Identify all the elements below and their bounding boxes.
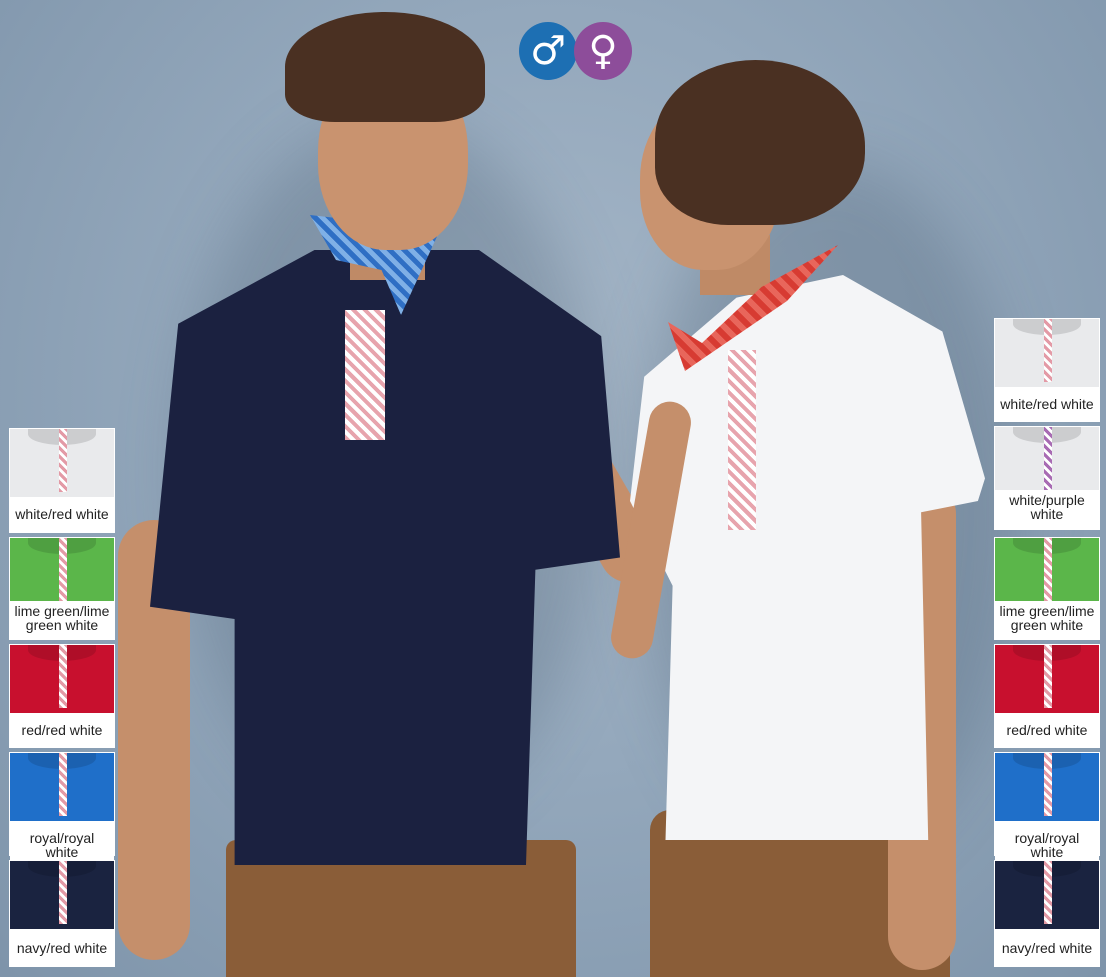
swatch-image <box>10 861 114 929</box>
swatch-image <box>995 645 1099 713</box>
swatch-image <box>10 429 114 497</box>
swatch-label: white/red white <box>10 497 114 523</box>
color-swatch-royal[interactable]: royal/royal white <box>994 752 1100 861</box>
swatch-image <box>995 538 1099 601</box>
swatch-image <box>10 538 114 601</box>
color-swatch-white-red-white[interactable]: white/red white <box>994 318 1100 422</box>
swatch-label: navy/red white <box>995 929 1099 957</box>
product-photo: ♂ ♀ white/red white lime green/lime gree… <box>0 0 1106 977</box>
swatch-label: lime green/lime green white <box>995 601 1099 634</box>
swatch-label: red/red white <box>995 713 1099 739</box>
female-icon: ♀ <box>574 22 632 80</box>
color-swatch-royal[interactable]: royal/royal white <box>9 752 115 861</box>
color-swatch-red[interactable]: red/red white <box>994 644 1100 748</box>
swatch-image <box>995 319 1099 387</box>
color-swatch-navy[interactable]: navy/red white <box>9 860 115 967</box>
swatch-label: royal/royal white <box>10 821 114 861</box>
swatch-label: red/red white <box>10 713 114 739</box>
color-swatch-navy[interactable]: navy/red white <box>994 860 1100 967</box>
female-hair <box>655 60 865 225</box>
swatch-label: white/red white <box>995 387 1099 413</box>
color-swatch-lime-green[interactable]: lime green/lime green white <box>994 537 1100 640</box>
male-icon: ♂ <box>519 22 577 80</box>
swatch-label: white/purple white <box>995 490 1099 523</box>
swatch-label: lime green/lime green white <box>10 601 114 634</box>
color-swatch-white-red-white[interactable]: white/red white <box>9 428 115 533</box>
swatch-label: navy/red white <box>10 929 114 957</box>
swatch-image <box>995 861 1099 929</box>
male-shirt-placket <box>345 310 385 440</box>
male-navy-polo <box>150 250 620 865</box>
swatch-label: royal/royal white <box>995 821 1099 861</box>
swatch-image <box>995 753 1099 821</box>
swatch-image <box>10 753 114 821</box>
color-swatch-red[interactable]: red/red white <box>9 644 115 748</box>
color-swatch-white-purple-white[interactable]: white/purple white <box>994 426 1100 530</box>
female-shirt-placket <box>728 350 756 530</box>
male-hair <box>285 12 485 122</box>
color-swatch-lime-green[interactable]: lime green/lime green white <box>9 537 115 640</box>
swatch-image <box>10 645 114 713</box>
swatch-image <box>995 427 1099 490</box>
